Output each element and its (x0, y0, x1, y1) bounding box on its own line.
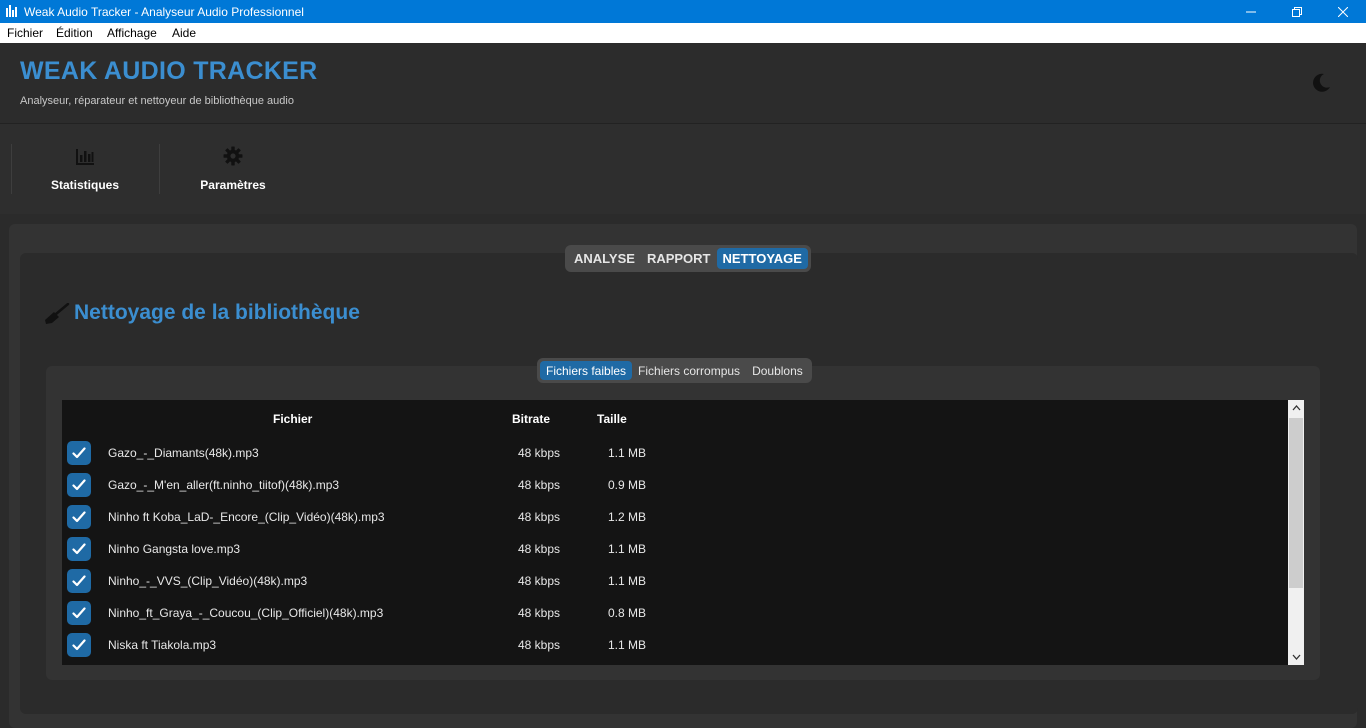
file-size: 1.1 MB (608, 574, 647, 588)
file-size: 1.1 MB (608, 638, 647, 652)
settings-label: Paramètres (200, 178, 266, 192)
checkmark-icon (72, 479, 86, 491)
file-name: Gazo_-_Diamants(48k).mp3 (108, 446, 259, 460)
file-bitrate: 48 kbps (518, 446, 561, 460)
menu-bar: Fichier Édition Affichage Aide (0, 23, 1366, 43)
row-checkbox[interactable] (67, 601, 91, 625)
row-checkbox[interactable] (67, 505, 91, 529)
tab-nettoyage[interactable]: NETTOYAGE (716, 248, 808, 269)
file-bitrate: 48 kbps (518, 574, 561, 588)
minimize-button[interactable] (1228, 0, 1274, 23)
table-row: Gazo_-_M'en_aller(ft.ninho_tiitof)(48k).… (62, 469, 1288, 501)
stats-label: Statistiques (50, 178, 119, 192)
checkmark-icon (72, 543, 86, 555)
file-name: Gazo_-_M'en_aller(ft.ninho_tiitof)(48k).… (108, 478, 340, 492)
menu-affichage[interactable]: Affichage (107, 26, 157, 40)
file-bitrate: 48 kbps (518, 606, 561, 620)
file-bitrate: 48 kbps (518, 478, 561, 492)
tab-fichiers-faibles[interactable]: Fichiers faibles (540, 361, 633, 380)
file-name: Ninho Gangsta love.mp3 (108, 542, 241, 556)
file-name: Ninho_ft_Graya_-_Coucou_(Clip_Officiel)(… (108, 606, 384, 620)
weak-files-table: Fichier Bitrate Taille Gazo_-_Diamants(4… (62, 400, 1304, 665)
file-name: Niska ft Tiakola.mp3 (108, 638, 217, 652)
table-row: Gazo_-_Diamants(48k).mp3 48 kbps 1.1 MB (62, 437, 1288, 469)
settings-button[interactable]: Paramètres (159, 124, 307, 214)
section-title: Nettoyage de la bibliothèque (74, 301, 360, 324)
row-checkbox[interactable] (67, 441, 91, 465)
menu-edition[interactable]: Édition (56, 26, 93, 40)
file-name: Ninho_-_VVS_(Clip_Vidéo)(48k).mp3 (108, 574, 308, 588)
chevron-up-icon (1292, 405, 1300, 411)
moon-icon[interactable] (1308, 70, 1334, 96)
table-row: Ninho_ft_Graya_-_Coucou_(Clip_Officiel)(… (62, 597, 1288, 629)
file-size: 0.9 MB (608, 478, 647, 492)
restore-button[interactable] (1274, 0, 1320, 23)
checkmark-icon (72, 607, 86, 619)
file-size: 1.2 MB (608, 510, 647, 524)
column-header-file: Fichier (273, 412, 313, 426)
scroll-up-button[interactable] (1288, 400, 1304, 416)
scroll-down-button[interactable] (1288, 649, 1304, 665)
file-size: 1.1 MB (608, 542, 647, 556)
file-size: 1.1 MB (608, 446, 647, 460)
table-row: Ninho ft Koba_LaD-_Encore_(Clip_Vidéo)(4… (62, 501, 1288, 533)
scrollbar-thumb[interactable] (1289, 418, 1303, 588)
bar-chart-icon (76, 149, 94, 165)
toolbar: Statistiques Paramètres (0, 124, 1366, 214)
main-tab-bar: ANALYSE RAPPORT NETTOYAGE (565, 245, 811, 272)
row-checkbox[interactable] (67, 473, 91, 497)
menu-fichier[interactable]: Fichier (7, 26, 43, 40)
sub-tab-bar: Fichiers faibles Fichiers corrompus Doub… (537, 358, 812, 383)
chevron-down-icon (1292, 654, 1300, 660)
file-bitrate: 48 kbps (518, 638, 561, 652)
tab-doublons[interactable]: Doublons (746, 361, 809, 380)
gear-icon (223, 146, 243, 166)
file-name: Ninho ft Koba_LaD-_Encore_(Clip_Vidéo)(4… (108, 510, 385, 524)
window-title-bar: Weak Audio Tracker - Analyseur Audio Pro… (0, 0, 1366, 23)
app-subtitle: Analyseur, réparateur et nettoyeur de bi… (20, 95, 294, 107)
file-size: 0.8 MB (608, 606, 647, 620)
row-checkbox[interactable] (67, 569, 91, 593)
row-checkbox[interactable] (67, 633, 91, 657)
file-bitrate: 48 kbps (518, 510, 561, 524)
checkmark-icon (72, 639, 86, 651)
tab-rapport[interactable]: RAPPORT (641, 248, 717, 269)
row-checkbox[interactable] (67, 537, 91, 561)
checkmark-icon (72, 511, 86, 523)
minimize-icon (1246, 11, 1256, 12)
restore-icon (1292, 6, 1302, 17)
close-icon (1338, 6, 1348, 17)
vertical-scrollbar[interactable] (1288, 400, 1304, 665)
window-title: Weak Audio Tracker - Analyseur Audio Pro… (24, 5, 304, 19)
tab-fichiers-corrompus[interactable]: Fichiers corrompus (632, 361, 746, 380)
file-bitrate: 48 kbps (518, 542, 561, 556)
column-header-bitrate: Bitrate (512, 412, 551, 426)
app-header: WEAK AUDIO TRACKER Analyseur, réparateur… (0, 43, 1366, 124)
app-icon (6, 5, 17, 17)
table-row: Niska ft Tiakola.mp3 48 kbps 1.1 MB (62, 629, 1288, 661)
close-button[interactable] (1320, 0, 1366, 23)
table-row: Ninho_-_VVS_(Clip_Vidéo)(48k).mp3 48 kbps… (62, 565, 1288, 597)
app-title: WEAK AUDIO TRACKER (20, 57, 318, 85)
menu-aide[interactable]: Aide (172, 26, 196, 40)
checkmark-icon (72, 447, 86, 459)
tab-analyse[interactable]: ANALYSE (568, 248, 641, 269)
checkmark-icon (72, 575, 86, 587)
column-header-size: Taille (597, 412, 627, 426)
table-row: Ninho Gangsta love.mp3 48 kbps 1.1 MB (62, 533, 1288, 565)
broom-icon (45, 303, 70, 324)
stats-button[interactable]: Statistiques (11, 124, 159, 214)
